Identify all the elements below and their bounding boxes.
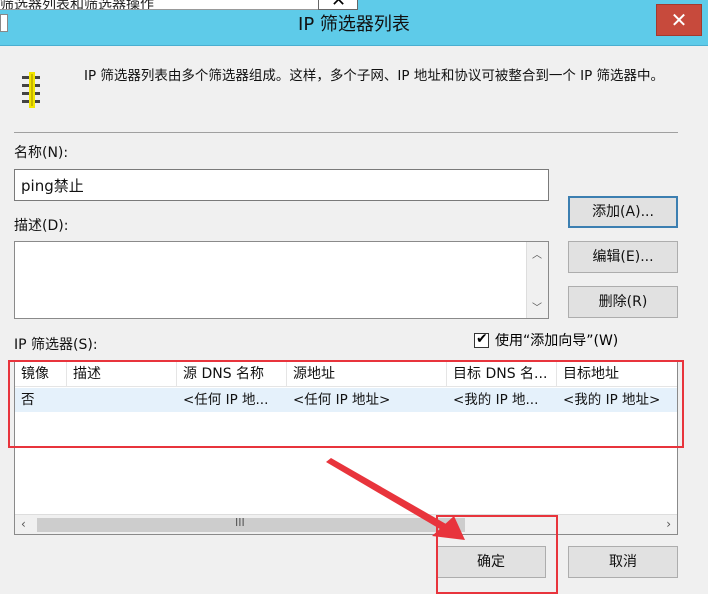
dialog-title: IP 筛选器列表	[298, 14, 410, 35]
annotation-highlight-ok-button	[436, 515, 558, 594]
description-label: 描述(D):	[14, 218, 69, 234]
separator	[14, 132, 678, 133]
remove-button[interactable]: 删除(R)	[568, 286, 678, 318]
filter-list-icon	[22, 72, 40, 108]
scroll-left-icon[interactable]: ‹	[21, 517, 26, 531]
annotation-highlight-filter-row	[8, 360, 684, 448]
use-wizard-option[interactable]: ✔ 使用“添加向导”(W)	[474, 330, 618, 350]
scroll-up-icon[interactable]: ︿	[532, 246, 542, 261]
scroll-down-icon[interactable]: ﹀	[532, 299, 542, 314]
background-window-title: 筛选器列表和筛选器操作	[0, 0, 340, 10]
horizontal-scrollbar[interactable]: ‹ III ›	[15, 514, 677, 534]
scroll-right-icon[interactable]: ›	[666, 517, 671, 531]
background-window-title-text: 筛选器列表和筛选器操作	[0, 0, 154, 10]
add-button[interactable]: 添加(A)...	[568, 196, 678, 228]
edit-button[interactable]: 编辑(E)...	[568, 241, 678, 273]
name-label: 名称(N):	[14, 145, 69, 161]
close-button[interactable]: ✕	[656, 4, 702, 36]
checkmark-icon: ✔	[476, 330, 488, 347]
description-textarea[interactable]: ︿ ﹀	[14, 241, 549, 319]
ip-filters-label: IP 筛选器(S):	[14, 337, 98, 353]
background-window-close-icon: ✕	[318, 0, 358, 11]
name-input[interactable]	[14, 169, 549, 201]
cancel-button[interactable]: 取消	[568, 546, 678, 578]
dialog-description: IP 筛选器列表由多个筛选器组成。这样，多个子网、IP 地址和协议可被整合到一个…	[84, 68, 665, 84]
scrollbar-thumb[interactable]	[37, 518, 465, 532]
use-wizard-label: 使用“添加向导”(W)	[495, 333, 619, 349]
use-wizard-checkbox[interactable]: ✔	[474, 330, 489, 348]
description-scrollbar[interactable]: ︿ ﹀	[526, 242, 548, 318]
scrollbar-grip-icon: III	[235, 516, 245, 529]
